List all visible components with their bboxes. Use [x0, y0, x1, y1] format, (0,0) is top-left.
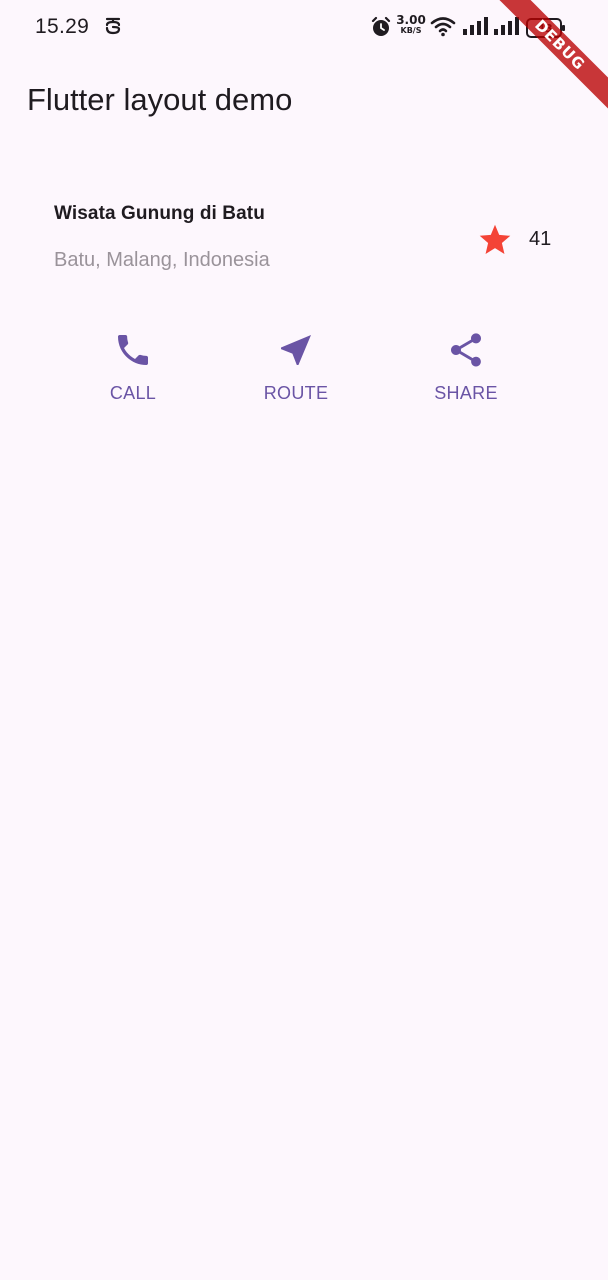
phone-icon	[118, 335, 148, 365]
rating-count: 41	[529, 228, 552, 250]
network-speed-value: 3.00	[396, 13, 426, 27]
share-button-label: SHARE	[434, 383, 498, 403]
call-button-label: CALL	[109, 383, 157, 403]
alarm-icon	[371, 16, 391, 36]
status-time: 15.29	[35, 15, 90, 38]
star-icon[interactable]	[476, 222, 514, 258]
share-icon	[451, 333, 481, 367]
signal-icon	[494, 17, 519, 35]
network-speed: 3.00 KB/S	[396, 14, 426, 35]
title-section: Wisata Gunung di Batu Batu, Malang, Indo…	[54, 203, 554, 283]
app-bar-title: Flutter layout demo	[27, 82, 293, 117]
button-row: CALL ROUTE SHARE	[0, 330, 608, 420]
place-name: Wisata Gunung di Batu	[54, 203, 265, 224]
signal-icon	[463, 17, 488, 35]
near-me-icon	[281, 335, 311, 365]
route-button-label: ROUTE	[263, 383, 329, 403]
battery-level: 43	[537, 22, 553, 35]
share-button[interactable]: SHARE	[406, 330, 526, 404]
status-bar: 15.29 3.00 KB/S 43	[0, 0, 608, 56]
call-button[interactable]: CALL	[73, 330, 193, 404]
network-speed-unit: KB/S	[400, 26, 422, 35]
s-app-icon	[105, 17, 121, 35]
wifi-icon	[430, 17, 456, 37]
place-location: Batu, Malang, Indonesia	[54, 249, 270, 271]
route-button[interactable]: ROUTE	[236, 330, 356, 404]
